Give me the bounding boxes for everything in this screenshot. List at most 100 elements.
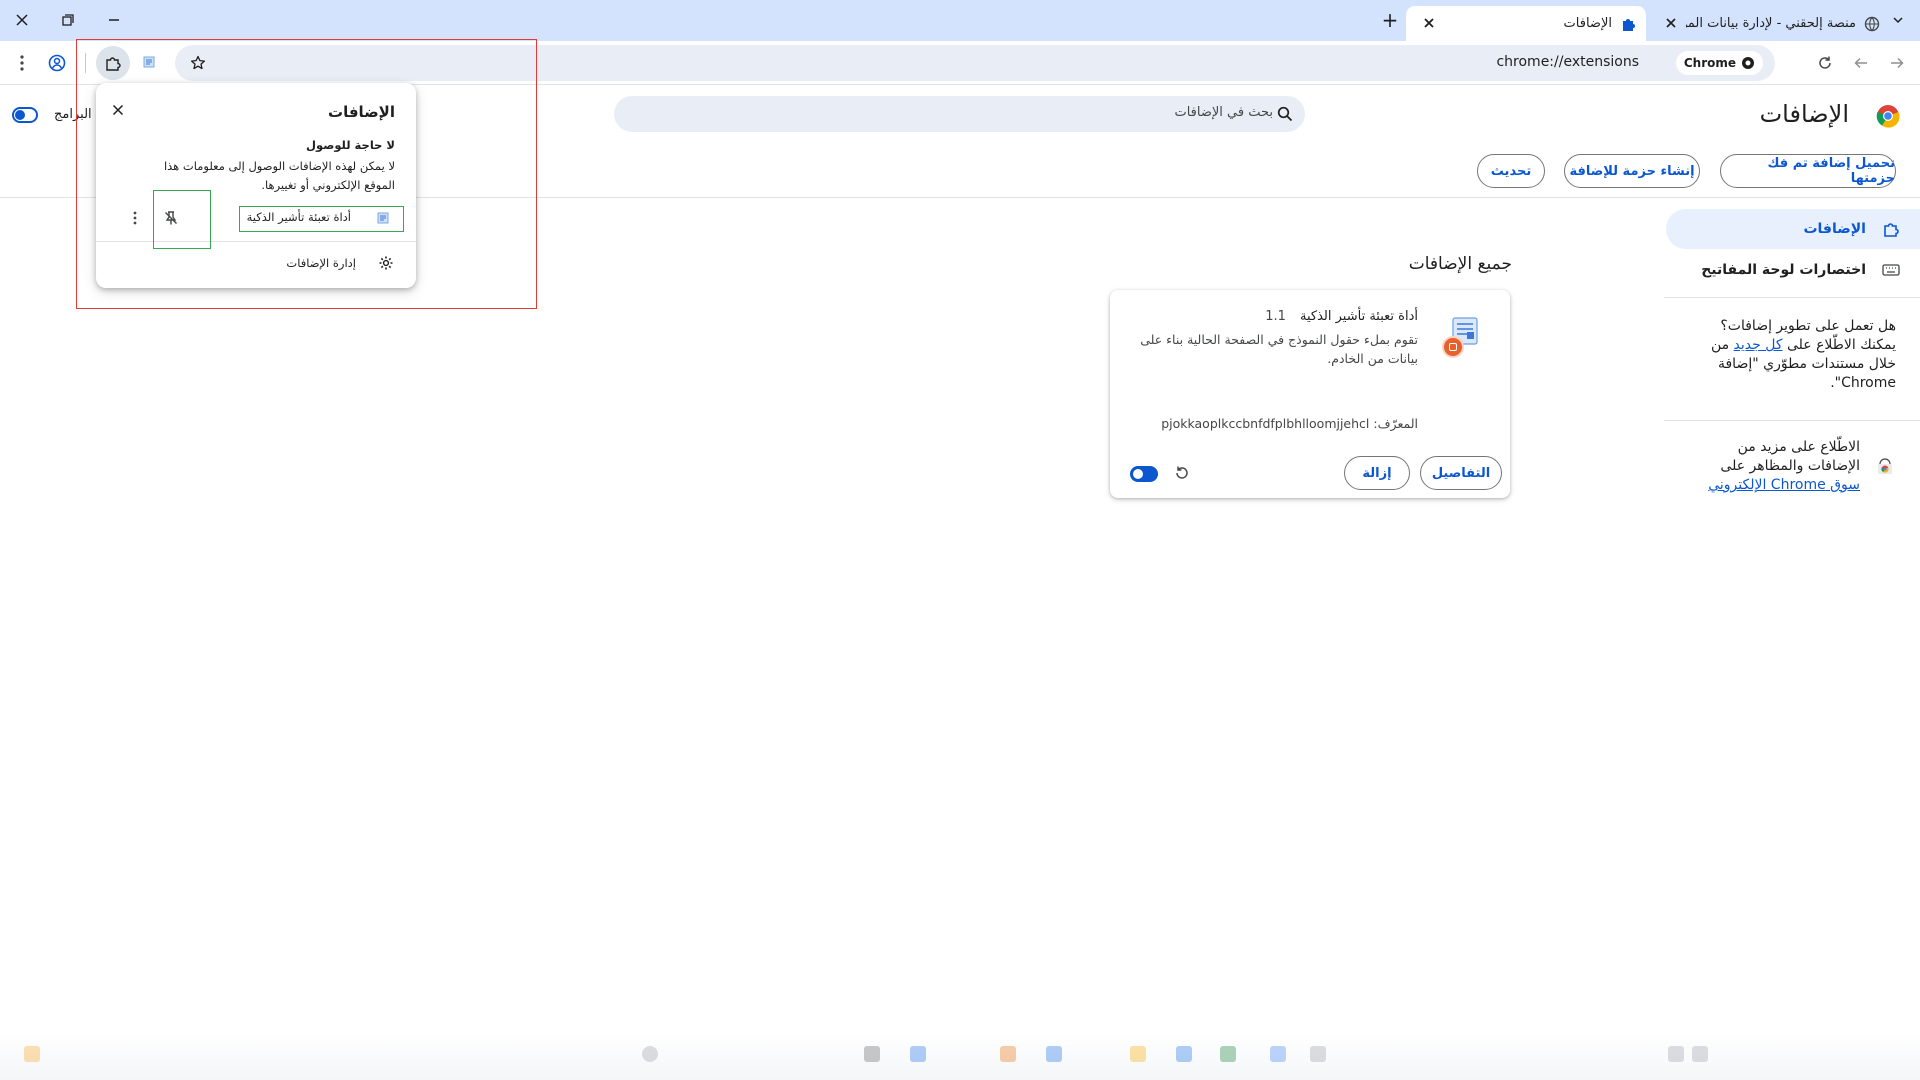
extensions-menu-popup: الإضافات لا حاجة للوصول لا يمكن لهذه الإ… (96, 83, 416, 288)
menu-button[interactable] (10, 51, 34, 75)
tab-search-button[interactable] (1886, 8, 1910, 32)
taskbar-app-icon[interactable] (864, 1046, 880, 1062)
profile-button[interactable] (45, 51, 69, 75)
tab-extensions[interactable]: الإضافات (1406, 6, 1646, 41)
popup-title: الإضافات (328, 103, 395, 121)
close-icon (1424, 18, 1434, 28)
manage-extensions-button[interactable]: إدارة الإضافات (96, 247, 416, 279)
section-title: جميع الإضافات (1408, 254, 1512, 274)
taskbar (0, 1032, 1920, 1080)
toolbar-separator (85, 53, 86, 73)
update-label: تحديث (1490, 163, 1532, 179)
page-title: الإضافات (1759, 100, 1849, 128)
error-badge-icon (1442, 336, 1464, 358)
extension-title: أداة تعبئة تأشير الذكية 1.1 (1128, 307, 1418, 326)
sidebar-item-extensions[interactable]: الإضافات (1666, 209, 1920, 249)
taskbar-app-icon[interactable] (910, 1046, 926, 1062)
tab-strip: + الإضافات منصة إلحقني - لإدارة بيانات ا… (0, 0, 1920, 41)
popup-separator (96, 241, 416, 242)
taskbar-app-icon[interactable] (1000, 1046, 1016, 1062)
chip-label: Chrome (1683, 56, 1736, 70)
puzzle-icon (106, 57, 121, 71)
puzzle-icon (1882, 220, 1900, 238)
extension-enable-toggle[interactable] (1130, 466, 1158, 482)
url-text[interactable]: chrome://extensions (1496, 54, 1639, 70)
more-vert-icon (20, 55, 24, 71)
keyboard-icon (1882, 263, 1900, 277)
reload-button[interactable] (1813, 51, 1837, 75)
extension-version: 1.1 (1265, 309, 1286, 324)
extension-name: أداة تعبئة تأشير الذكية (1300, 309, 1418, 324)
profile-icon (48, 54, 66, 72)
developer-mode-label: البرامج (54, 107, 92, 122)
search-input[interactable]: بحث في الإضافات (614, 96, 1305, 132)
bookmark-star-button[interactable] (187, 52, 209, 74)
taskbar-app-icon[interactable] (1310, 1046, 1326, 1062)
back-button[interactable] (1885, 51, 1909, 75)
load-unpacked-label: تحميل إضافة تم فك حزمتها (1767, 156, 1895, 186)
minimize-icon (109, 19, 119, 21)
taskbar-search-icon[interactable] (642, 1046, 658, 1062)
taskbar-tray-icon[interactable] (1692, 1046, 1708, 1062)
search-icon (1277, 106, 1293, 122)
extension-card: أداة تعبئة تأشير الذكية 1.1 تقوم بملء حق… (1110, 290, 1510, 498)
tab-platform[interactable]: منصة إلحقني - لإدارة بيانات المن (1650, 6, 1890, 41)
toggle-knob (1133, 469, 1143, 479)
pack-extension-button[interactable]: إنشاء حزمة للإضافة (1564, 154, 1700, 188)
extension-description: تقوم بملء حقول النموذج في الصفحة الحالية… (1140, 332, 1418, 366)
sidebar-separator (1664, 297, 1920, 298)
reload-extension-button[interactable] (1174, 465, 1190, 481)
restore-icon (62, 14, 74, 26)
taskbar-app-icon[interactable] (1130, 1046, 1146, 1062)
pack-extension-label: إنشاء حزمة للإضافة (1569, 163, 1695, 179)
minimize-window-button[interactable] (102, 8, 126, 32)
gear-icon (378, 255, 394, 271)
tab-title: منصة إلحقني - لإدارة بيانات المن (1686, 16, 1856, 31)
new-tab-button[interactable]: + (1378, 8, 1402, 32)
form-icon (143, 56, 155, 68)
tab-close-button[interactable] (1664, 16, 1678, 30)
toggle-knob (15, 110, 25, 120)
restore-window-button[interactable] (56, 8, 80, 32)
extension-item-menu-button[interactable] (133, 211, 137, 225)
sidebar-item-label: الإضافات (1803, 221, 1866, 237)
tab-close-button[interactable] (1422, 16, 1436, 30)
omnibox[interactable]: chrome://extensions Chrome (175, 45, 1775, 81)
popup-close-button[interactable] (112, 104, 124, 116)
puzzle-icon (1620, 16, 1636, 32)
taskbar-app-icon[interactable] (1270, 1046, 1286, 1062)
details-label: التفاصيل (1431, 465, 1491, 481)
arrow-right-icon (1891, 57, 1904, 69)
taskbar-app-icon[interactable] (1220, 1046, 1236, 1062)
webstore-icon (1876, 458, 1894, 476)
arrow-left-icon (1854, 57, 1867, 69)
update-button[interactable]: تحديث (1477, 154, 1545, 188)
taskbar-app-icon[interactable] (1176, 1046, 1192, 1062)
forward-button[interactable] (1849, 51, 1873, 75)
taskbar-app-icon[interactable] (1046, 1046, 1062, 1062)
sidebar-item-shortcuts[interactable]: اختصارات لوحة المفاتيح (1666, 256, 1920, 284)
taskbar-tray-icon[interactable] (1668, 1046, 1684, 1062)
manage-extensions-label: إدارة الإضافات (286, 256, 356, 270)
close-window-button[interactable] (10, 8, 34, 32)
search-placeholder: بحث في الإضافات (1174, 105, 1273, 120)
star-icon (190, 55, 206, 70)
taskbar-app-icon[interactable] (24, 1046, 40, 1062)
plus-icon: + (1381, 8, 1399, 32)
sidebar-item-label: اختصارات لوحة المفاتيح (1701, 262, 1866, 278)
load-unpacked-button[interactable]: تحميل إضافة تم فك حزمتها (1720, 154, 1896, 188)
close-icon (112, 104, 124, 116)
whats-new-link[interactable]: كل جديد (1734, 337, 1783, 353)
details-button[interactable]: التفاصيل (1420, 456, 1502, 490)
remove-button[interactable]: إزالة (1344, 456, 1410, 490)
close-icon (1666, 18, 1676, 28)
chrome-chip[interactable]: Chrome (1675, 51, 1763, 75)
developer-mode-toggle[interactable] (12, 107, 38, 123)
toolbar: chrome://extensions Chrome (0, 41, 1920, 85)
extension-id-value: pjokkaoplkccbnfdfplbhlloomjjehcl (1161, 416, 1370, 431)
extension-action-button[interactable] (140, 53, 158, 71)
extension-id: المعرّف: pjokkaoplkccbnfdfplbhlloomjjehc… (1128, 414, 1418, 433)
extensions-button[interactable] (96, 46, 130, 80)
webstore-link[interactable]: سوق Chrome الإلكتروني (1708, 477, 1860, 493)
reload-icon (1176, 466, 1188, 479)
